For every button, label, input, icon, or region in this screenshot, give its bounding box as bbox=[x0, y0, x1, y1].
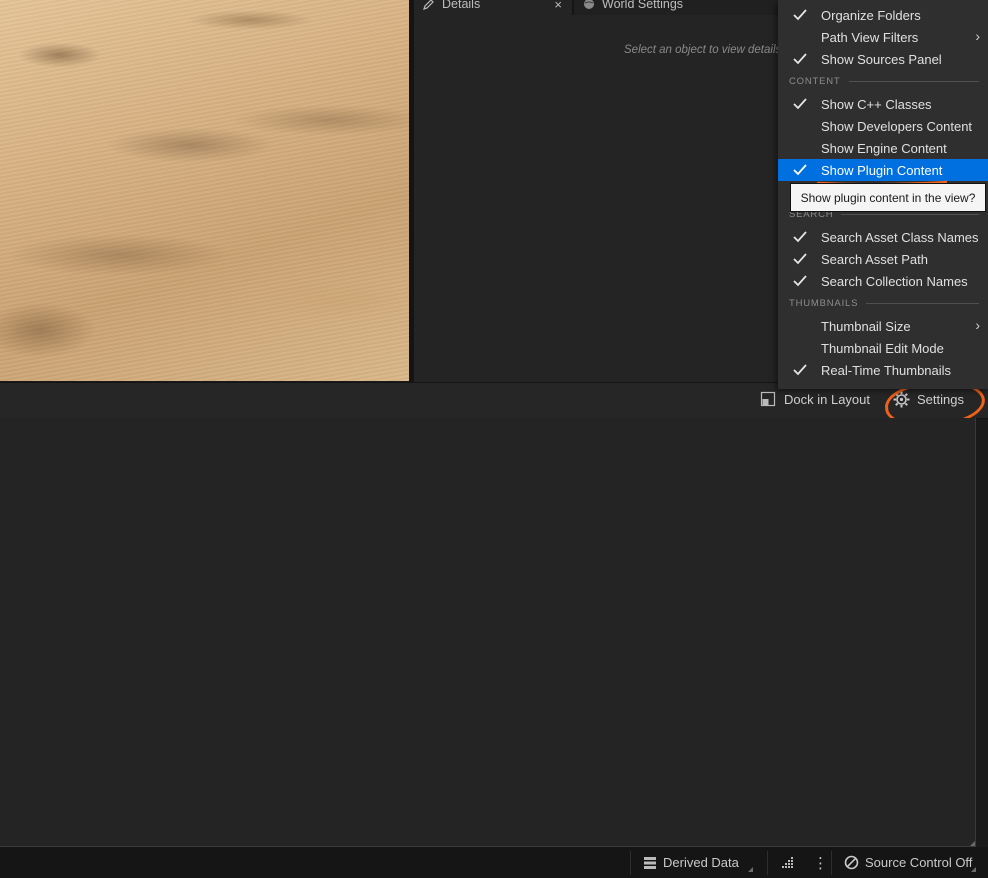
tab-world-settings[interactable]: World Settings bbox=[574, 0, 778, 15]
tab-details-label: Details bbox=[442, 0, 481, 11]
menu-item-thumbnail-size[interactable]: Thumbnail Size › bbox=[778, 315, 988, 337]
dock-in-layout-label: Dock in Layout bbox=[784, 391, 870, 407]
dock-layout-icon bbox=[760, 391, 776, 407]
menu-item-label: Search Asset Path bbox=[821, 251, 928, 267]
menu-item-label: Show Sources Panel bbox=[821, 51, 942, 67]
activity-grid-icon bbox=[781, 856, 795, 870]
source-control-corner bbox=[971, 867, 976, 872]
server-stack-icon bbox=[643, 856, 657, 870]
menu-item-organize-folders[interactable]: Organize Folders bbox=[778, 4, 988, 26]
menu-item-label: Show Developers Content bbox=[821, 118, 973, 134]
menu-item-search-collection-names[interactable]: Search Collection Names bbox=[778, 270, 988, 292]
menu-item-real-time-thumbnails[interactable]: Real-Time Thumbnails bbox=[778, 359, 988, 381]
menu-item-label: Path View Filters bbox=[821, 29, 919, 45]
checkmark-icon bbox=[793, 98, 807, 110]
globe-icon bbox=[582, 0, 596, 10]
gear-icon bbox=[893, 391, 910, 408]
kebab-icon[interactable]: ⋮ bbox=[813, 847, 828, 878]
section-header-thumbnails: THUMBNAILS bbox=[789, 296, 979, 310]
menu-item-thumbnail-edit-mode[interactable]: Thumbnail Edit Mode bbox=[778, 337, 988, 359]
pencil-icon bbox=[422, 0, 436, 10]
tab-world-settings-label: World Settings bbox=[602, 0, 684, 11]
menu-item-label: Organize Folders bbox=[821, 7, 921, 23]
no-entry-icon bbox=[844, 855, 859, 870]
details-panel: Details × World Settings Select an objec… bbox=[414, 0, 784, 382]
status-separator bbox=[630, 851, 631, 875]
checkmark-icon bbox=[793, 275, 807, 287]
tab-details[interactable]: Details × bbox=[414, 0, 572, 15]
tooltip: Show plugin content in the view? bbox=[790, 183, 986, 212]
menu-item-search-asset-path[interactable]: Search Asset Path bbox=[778, 248, 988, 270]
derived-data-label: Derived Data bbox=[663, 855, 739, 870]
checkmark-icon bbox=[793, 53, 807, 65]
status-separator bbox=[831, 851, 832, 875]
menu-item-path-view-filters[interactable]: Path View Filters › bbox=[778, 26, 988, 48]
menu-item-show-sources-panel[interactable]: Show Sources Panel bbox=[778, 48, 988, 70]
checkmark-icon bbox=[793, 253, 807, 265]
resize-corner-icon[interactable] bbox=[970, 841, 975, 846]
checkmark-icon bbox=[793, 9, 807, 21]
menu-item-show-developers-content[interactable]: Show Developers Content bbox=[778, 115, 988, 137]
chevron-right-icon: › bbox=[975, 317, 980, 333]
level-viewport[interactable] bbox=[0, 0, 409, 381]
menu-item-show-engine-content[interactable]: Show Engine Content bbox=[778, 137, 988, 159]
derived-data-button[interactable]: Derived Data bbox=[643, 847, 739, 878]
dock-in-layout-button[interactable]: Dock in Layout bbox=[760, 391, 870, 407]
menu-item-label: Search Collection Names bbox=[821, 273, 968, 289]
menu-item-search-asset-class-names[interactable]: Search Asset Class Names bbox=[778, 226, 988, 248]
checkmark-icon bbox=[793, 231, 807, 243]
source-control-button[interactable]: Source Control Off bbox=[844, 847, 972, 878]
menu-item-label: Show Engine Content bbox=[821, 140, 947, 156]
menu-item-show-cpp-classes[interactable]: Show C++ Classes bbox=[778, 93, 988, 115]
section-header-label: CONTENT bbox=[789, 75, 841, 87]
asset-view-area[interactable] bbox=[0, 418, 976, 847]
menu-item-label: Thumbnail Edit Mode bbox=[821, 340, 944, 356]
menu-item-label: Real-Time Thumbnails bbox=[821, 362, 952, 378]
chevron-right-icon: › bbox=[975, 28, 980, 44]
details-empty-hint: Select an object to view details. bbox=[624, 44, 785, 56]
source-control-label: Source Control Off bbox=[865, 855, 973, 870]
checkmark-icon bbox=[793, 164, 807, 176]
section-header-label: THUMBNAILS bbox=[789, 297, 859, 309]
checkmark-icon bbox=[793, 364, 807, 376]
menu-item-label: Thumbnail Size bbox=[821, 318, 911, 334]
menu-item-label: Show Plugin Content bbox=[821, 162, 943, 178]
panel-tabbar: Details × World Settings bbox=[414, 0, 778, 15]
menu-item-show-plugin-content[interactable]: Show Plugin Content bbox=[778, 159, 988, 181]
status-bar: Derived Data ⋮ Source Control Off bbox=[0, 847, 988, 878]
status-separator bbox=[767, 851, 768, 875]
section-header-content: CONTENT bbox=[789, 74, 979, 88]
settings-label: Settings bbox=[917, 392, 964, 407]
activity-button[interactable] bbox=[781, 847, 801, 878]
menu-item-label: Show C++ Classes bbox=[821, 96, 932, 112]
derived-data-corner bbox=[748, 867, 753, 872]
settings-button[interactable]: Settings bbox=[893, 391, 964, 408]
menu-item-label: Search Asset Class Names bbox=[821, 229, 979, 245]
close-icon[interactable]: × bbox=[554, 0, 562, 12]
